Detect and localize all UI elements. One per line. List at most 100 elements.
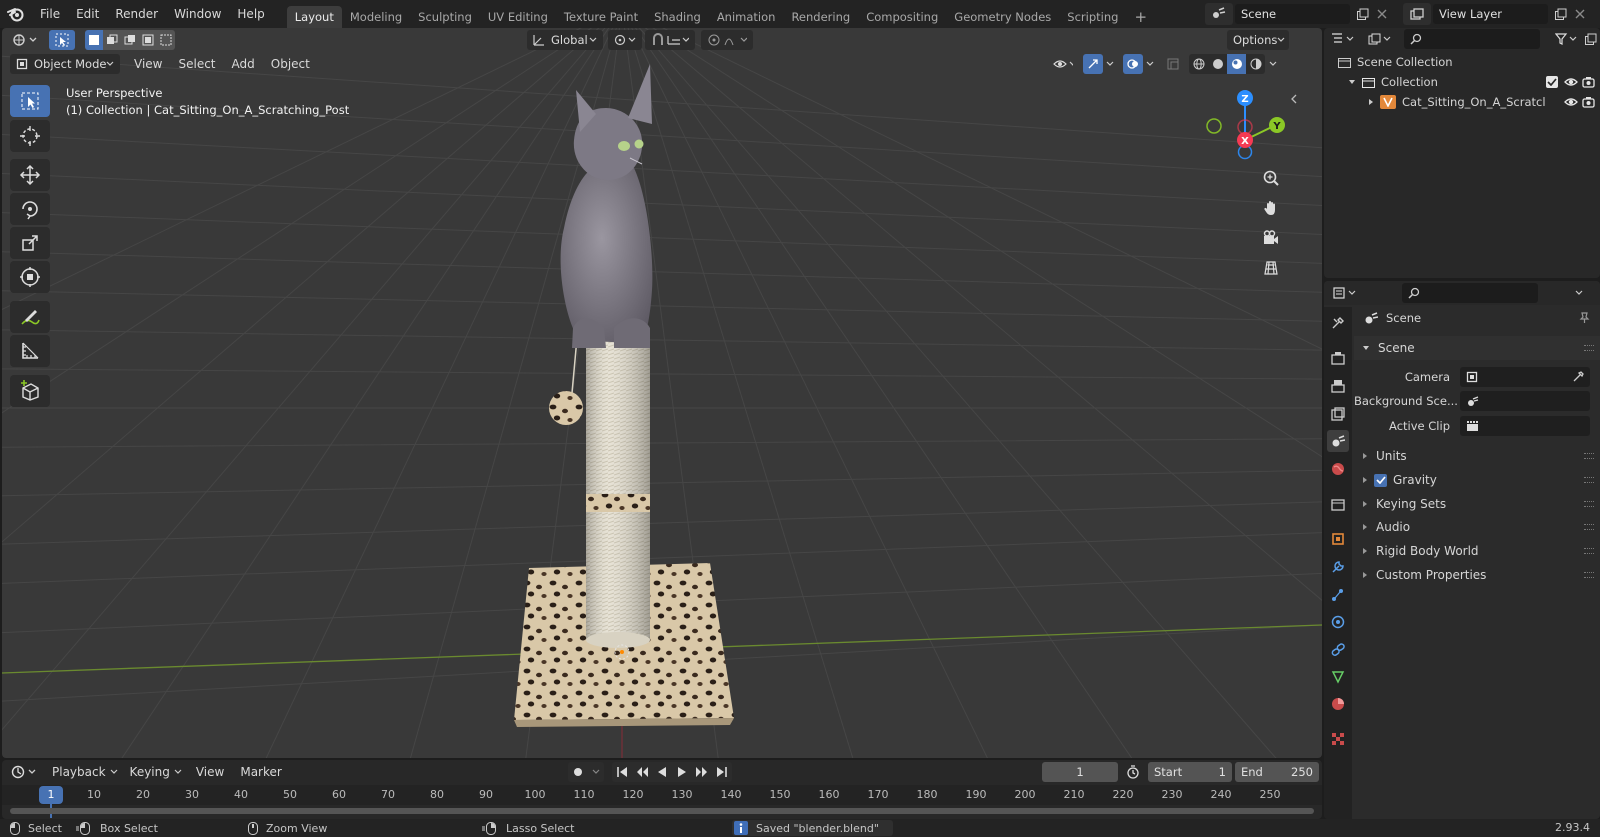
frame-ruler[interactable]: 1 10 20 30 40 50 60 70 80 90 100 110 120… [2, 785, 1322, 818]
blender-logo-icon[interactable] [0, 0, 32, 28]
modifier-tab-icon[interactable] [1327, 556, 1349, 578]
transform-orientation-dropdown[interactable]: Global [527, 30, 603, 50]
outliner-row-object[interactable]: Cat_Sitting_On_A_Scratcl [1324, 92, 1600, 112]
navigation-gizmo[interactable]: Z Y X [1198, 83, 1298, 173]
outliner-row-scene-collection[interactable]: Scene Collection [1324, 52, 1600, 72]
scene-icon[interactable] [1205, 3, 1233, 25]
tab-geometry-nodes[interactable]: Geometry Nodes [946, 6, 1059, 28]
toggle-ortho-button[interactable] [1258, 255, 1284, 281]
tweak-tool-icon[interactable] [49, 30, 75, 50]
visibility-eye-icon[interactable] [1047, 54, 1079, 74]
constraints-tab-icon[interactable] [1327, 639, 1349, 661]
pin-icon[interactable] [1578, 312, 1590, 324]
texture-tab-icon[interactable] [1327, 728, 1349, 750]
render-tab-icon[interactable] [1327, 347, 1349, 369]
menu-render[interactable]: Render [107, 0, 166, 28]
wireframe-shading-icon[interactable] [1189, 54, 1208, 74]
gravity-panel-header[interactable]: Gravity [1354, 468, 1600, 492]
select-new-icon[interactable] [85, 30, 103, 50]
gravity-checkbox[interactable] [1374, 473, 1387, 487]
measure-tool[interactable] [10, 335, 50, 367]
annotate-tool[interactable] [10, 301, 50, 333]
select-subtract-icon[interactable] [121, 30, 139, 50]
tab-uv-editing[interactable]: UV Editing [480, 6, 556, 28]
particles-tab-icon[interactable] [1327, 584, 1349, 606]
select-intersect-icon[interactable] [157, 30, 175, 50]
menu-window[interactable]: Window [166, 0, 229, 28]
sidebar-toggle-icon[interactable] [1288, 92, 1300, 106]
rendered-shading-icon[interactable] [1246, 54, 1265, 74]
tab-layout[interactable]: Layout [286, 6, 342, 28]
select-extend-icon[interactable] [103, 30, 121, 50]
timeline-menu-playback[interactable]: Playback [46, 762, 124, 782]
active-clip-field[interactable] [1460, 416, 1590, 436]
scale-tool[interactable] [10, 227, 50, 259]
viewport-menu-add[interactable]: Add [224, 53, 263, 75]
units-panel-header[interactable]: Units [1354, 444, 1600, 468]
jump-to-keyframe-forward-icon[interactable] [692, 762, 712, 782]
physics-tab-icon[interactable] [1327, 611, 1349, 633]
xray-toggle-icon[interactable] [1163, 54, 1183, 74]
material-tab-icon[interactable] [1327, 693, 1349, 715]
expand-arrow-icon[interactable] [1368, 98, 1374, 106]
view-layer-icon[interactable] [1403, 3, 1431, 25]
chevron-down-icon[interactable] [1143, 54, 1157, 74]
new-scene-icon[interactable] [1352, 4, 1372, 24]
play-reverse-icon[interactable] [652, 762, 672, 782]
transform-tool[interactable] [10, 261, 50, 293]
timeline-scrollbar[interactable] [10, 808, 1314, 814]
viewport-menu-view[interactable]: View [126, 53, 170, 75]
eye-icon[interactable] [1564, 96, 1578, 108]
jump-to-keyframe-back-icon[interactable] [632, 762, 652, 782]
scene-tab-icon[interactable] [1327, 430, 1349, 452]
cursor-tool[interactable] [10, 120, 50, 152]
tab-texture-paint[interactable]: Texture Paint [556, 6, 646, 28]
camera-render-icon[interactable] [1582, 76, 1595, 88]
pan-view-button[interactable] [1258, 195, 1284, 221]
play-icon[interactable] [672, 762, 692, 782]
delete-scene-icon[interactable] [1372, 4, 1392, 24]
rotate-tool[interactable] [10, 193, 50, 225]
eyedropper-icon[interactable] [1572, 371, 1584, 383]
timeline-menu-keying[interactable]: Keying [124, 762, 188, 782]
add-cube-tool[interactable] [10, 375, 50, 407]
display-mode-icon[interactable] [1364, 29, 1396, 49]
zoom-view-button[interactable] [1258, 165, 1284, 191]
timeline-menu-marker[interactable]: Marker [232, 762, 289, 782]
start-frame-field[interactable]: Start 1 [1148, 762, 1232, 782]
exclude-checkbox[interactable] [1546, 76, 1558, 88]
tab-scripting[interactable]: Scripting [1059, 6, 1126, 28]
delete-view-layer-icon[interactable] [1570, 4, 1590, 24]
drag-handle-icon[interactable] [1584, 524, 1594, 530]
world-tab-icon[interactable] [1327, 458, 1349, 480]
viewport-menu-object[interactable]: Object [263, 53, 318, 75]
new-view-layer-icon[interactable] [1550, 4, 1570, 24]
camera-render-icon[interactable] [1582, 96, 1595, 108]
tool-tab-icon[interactable] [1327, 312, 1349, 334]
tab-compositing[interactable]: Compositing [858, 6, 946, 28]
tab-shading[interactable]: Shading [646, 6, 709, 28]
tab-rendering[interactable]: Rendering [783, 6, 858, 28]
record-icon[interactable] [568, 762, 588, 782]
new-collection-icon[interactable] [1580, 29, 1600, 49]
viewport-scene[interactable] [2, 28, 1322, 758]
tab-modeling[interactable]: Modeling [342, 6, 410, 28]
jump-to-end-icon[interactable] [712, 762, 732, 782]
properties-editor-type-icon[interactable] [1330, 283, 1360, 303]
object-mode-dropdown[interactable]: Object Mode [10, 54, 120, 74]
object-tab-icon[interactable] [1327, 528, 1349, 550]
menu-file[interactable]: File [32, 0, 68, 28]
viewport-menu-select[interactable]: Select [170, 53, 223, 75]
scene-panel-header[interactable]: Scene [1354, 336, 1600, 360]
camera-view-button[interactable] [1258, 225, 1284, 251]
gizmo-toggle-icon[interactable] [1083, 54, 1103, 74]
preview-range-icon[interactable] [1122, 762, 1144, 782]
menu-edit[interactable]: Edit [68, 0, 107, 28]
editor-type-icon[interactable] [8, 30, 42, 50]
data-tab-icon[interactable] [1327, 666, 1349, 688]
options-dropdown[interactable]: Options [1227, 30, 1289, 50]
status-message[interactable]: Saved "blender.blend" [732, 820, 893, 836]
solid-shading-icon[interactable] [1208, 54, 1227, 74]
snap-icon[interactable] [645, 30, 695, 50]
select-invert-icon[interactable] [139, 30, 157, 50]
